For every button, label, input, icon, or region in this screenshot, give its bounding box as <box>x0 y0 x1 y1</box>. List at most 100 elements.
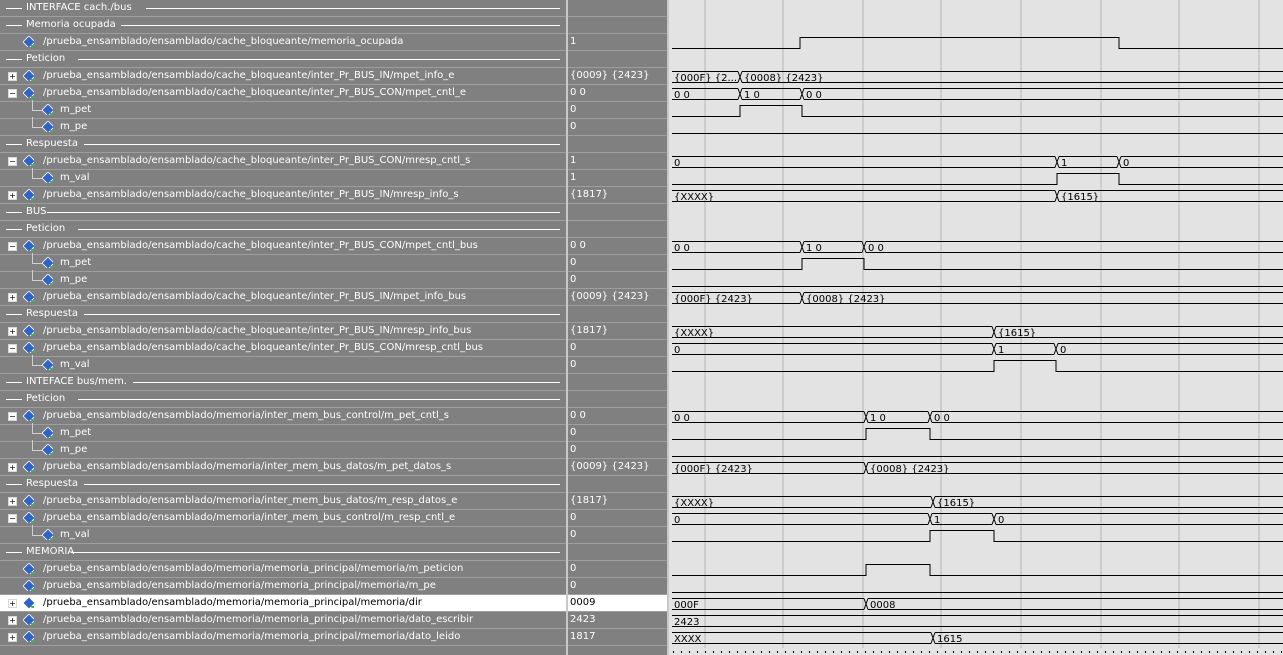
value-row[interactable]: 1 <box>568 153 667 170</box>
collapse-icon[interactable]: − <box>8 242 17 251</box>
value-row[interactable]: 0 <box>568 119 667 136</box>
value-row[interactable]: 0 <box>568 561 667 578</box>
value-row[interactable]: 0 <box>568 578 667 595</box>
value-row[interactable]: 0 0 <box>568 408 667 425</box>
expand-icon[interactable]: + <box>8 72 17 81</box>
group-divider-row[interactable]: INTERFACE cach./bus <box>0 0 566 17</box>
group-divider-row[interactable]: Peticion <box>0 391 566 408</box>
value-row[interactable] <box>568 17 667 34</box>
collapse-icon[interactable]: − <box>8 412 17 421</box>
value-row[interactable]: 0 0 <box>568 238 667 255</box>
signal-values-pane[interactable]: 1 {0009} {2423} 0 0 0 0 1 1 {1817} 0 0 0 0 {0009} {… <box>568 0 667 655</box>
collapse-icon[interactable]: − <box>8 514 17 523</box>
signal-row[interactable]: − /prueba_ensamblado/ensamblado/cache_blo… <box>0 238 566 255</box>
value-row[interactable] <box>568 306 667 323</box>
bus-value-label: 000F <box>674 600 699 611</box>
signal-row[interactable]: + /prueba_ensamblado/ensamblado/memoria/m… <box>0 629 566 646</box>
signal-row[interactable]: − /prueba_ensamblado/ensamblado/cache_blo… <box>0 85 566 102</box>
expand-icon[interactable]: + <box>8 463 17 472</box>
child-signal-row[interactable]: m_pe <box>0 440 566 459</box>
value-row[interactable] <box>568 221 667 238</box>
value-row[interactable]: 0 <box>568 340 667 357</box>
signal-row[interactable]: /prueba_ensamblado/ensamblado/cache_bloq… <box>0 34 566 51</box>
waveform-canvas[interactable]: {000F} {2... {0008} {2423} 0 0 1 0 0 0 0 1 0 {XX… <box>669 0 1283 655</box>
group-divider-row[interactable]: Peticion <box>0 221 566 238</box>
group-divider-row[interactable]: Peticion <box>0 51 566 68</box>
group-divider-row[interactable]: MEMORIA <box>0 544 566 561</box>
signal-row[interactable]: − /prueba_ensamblado/ensamblado/cache_blo… <box>0 340 566 357</box>
value-row[interactable] <box>568 0 667 17</box>
collapse-icon[interactable]: − <box>8 89 17 98</box>
group-divider-row[interactable]: Respuesta <box>0 136 566 153</box>
signal-row[interactable]: − /prueba_ensamblado/ensamblado/memoria/i… <box>0 510 566 527</box>
signal-row[interactable]: /prueba_ensamblado/ensamblado/memoria/me… <box>0 561 566 578</box>
value-row[interactable]: {0009} {2423} <box>568 459 667 476</box>
value-row[interactable]: 0 <box>568 102 667 119</box>
signal-names-pane[interactable]: INTERFACE cach./bus Memoria ocupada/prueb… <box>0 0 566 655</box>
value-row[interactable]: 1 <box>568 170 667 187</box>
value-row[interactable]: 0 0 <box>568 85 667 102</box>
value-row[interactable] <box>568 476 667 493</box>
value-row[interactable]: {1817} <box>568 187 667 204</box>
collapse-icon[interactable]: − <box>8 157 17 166</box>
child-signal-row[interactable]: m_pe <box>0 117 566 136</box>
signal-row[interactable]: + /prueba_ensamblado/ensamblado/memoria/i… <box>0 493 566 510</box>
expand-icon[interactable]: + <box>8 633 17 642</box>
value-row[interactable] <box>568 391 667 408</box>
value-row[interactable]: 0 <box>568 510 667 527</box>
group-divider-row[interactable]: Respuesta <box>0 476 566 493</box>
group-divider-row[interactable]: INTEFACE bus/mem. <box>0 374 566 391</box>
value-row[interactable]: 1817 <box>568 629 667 646</box>
value-row[interactable]: 1 <box>568 34 667 51</box>
signal-value: 0 <box>570 580 577 591</box>
value-row[interactable]: 0 <box>568 425 667 442</box>
child-signal-row[interactable]: m_pet <box>0 100 566 119</box>
value-row[interactable]: 0009 <box>568 595 667 612</box>
value-row[interactable]: 0 <box>568 272 667 289</box>
value-row[interactable]: {0009} {2423} <box>568 289 667 306</box>
child-signal-row[interactable]: m_pet <box>0 423 566 442</box>
value-row[interactable]: 0 <box>568 527 667 544</box>
child-signal-row[interactable]: m_val <box>0 525 566 544</box>
expand-icon[interactable]: + <box>8 497 17 506</box>
child-signal-row[interactable]: m_pet <box>0 253 566 272</box>
signal-row[interactable]: /prueba_ensamblado/ensamblado/memoria/me… <box>0 578 566 595</box>
value-row[interactable]: {1817} <box>568 323 667 340</box>
value-row[interactable] <box>568 374 667 391</box>
signal-row[interactable]: + /prueba_ensamblado/ensamblado/cache_blo… <box>0 68 566 85</box>
signal-value: 2423 <box>570 614 596 625</box>
value-row[interactable] <box>568 204 667 221</box>
signal-row[interactable]: + /prueba_ensamblado/ensamblado/memoria/m… <box>0 612 566 629</box>
expand-icon[interactable]: + <box>8 616 17 625</box>
expand-icon[interactable]: + <box>8 191 17 200</box>
expand-icon[interactable]: + <box>8 293 17 302</box>
ruler-tick <box>1201 651 1202 653</box>
value-row[interactable]: {0009} {2423} <box>568 68 667 85</box>
value-row[interactable]: 0 <box>568 255 667 272</box>
expand-icon[interactable]: + <box>8 599 17 608</box>
group-divider-row[interactable]: Respuesta <box>0 306 566 323</box>
signal-row[interactable]: + /prueba_ensamblado/ensamblado/cache_blo… <box>0 323 566 340</box>
value-row[interactable]: 0 <box>568 442 667 459</box>
value-row[interactable]: 2423 <box>568 612 667 629</box>
child-signal-row[interactable]: m_pe <box>0 270 566 289</box>
child-signal-row[interactable]: m_val <box>0 168 566 187</box>
collapse-icon[interactable]: − <box>8 344 17 353</box>
signal-row[interactable]: + /prueba_ensamblado/ensamblado/memoria/m… <box>0 595 566 612</box>
expand-icon[interactable]: + <box>8 327 17 336</box>
child-signal-row[interactable]: m_val <box>0 355 566 374</box>
signal-path: /prueba_ensamblado/ensamblado/memoria/me… <box>43 614 474 625</box>
value-row[interactable] <box>568 544 667 561</box>
value-row[interactable]: {1817} <box>568 493 667 510</box>
signal-row[interactable]: + /prueba_ensamblado/ensamblado/memoria/i… <box>0 459 566 476</box>
value-row[interactable]: 0 <box>568 357 667 374</box>
value-row[interactable] <box>568 136 667 153</box>
signal-row[interactable]: + /prueba_ensamblado/ensamblado/cache_blo… <box>0 289 566 306</box>
signal-row[interactable]: − /prueba_ensamblado/ensamblado/memoria/i… <box>0 408 566 425</box>
waveform-pane[interactable]: {000F} {2... {0008} {2423} 0 0 1 0 0 0 0 1 0 {XX… <box>669 0 1283 655</box>
signal-row[interactable]: − /prueba_ensamblado/ensamblado/cache_blo… <box>0 153 566 170</box>
value-row[interactable] <box>568 51 667 68</box>
signal-row[interactable]: + /prueba_ensamblado/ensamblado/cache_blo… <box>0 187 566 204</box>
group-divider-row[interactable]: Memoria ocupada <box>0 17 566 34</box>
group-divider-row[interactable]: BUS <box>0 204 566 221</box>
